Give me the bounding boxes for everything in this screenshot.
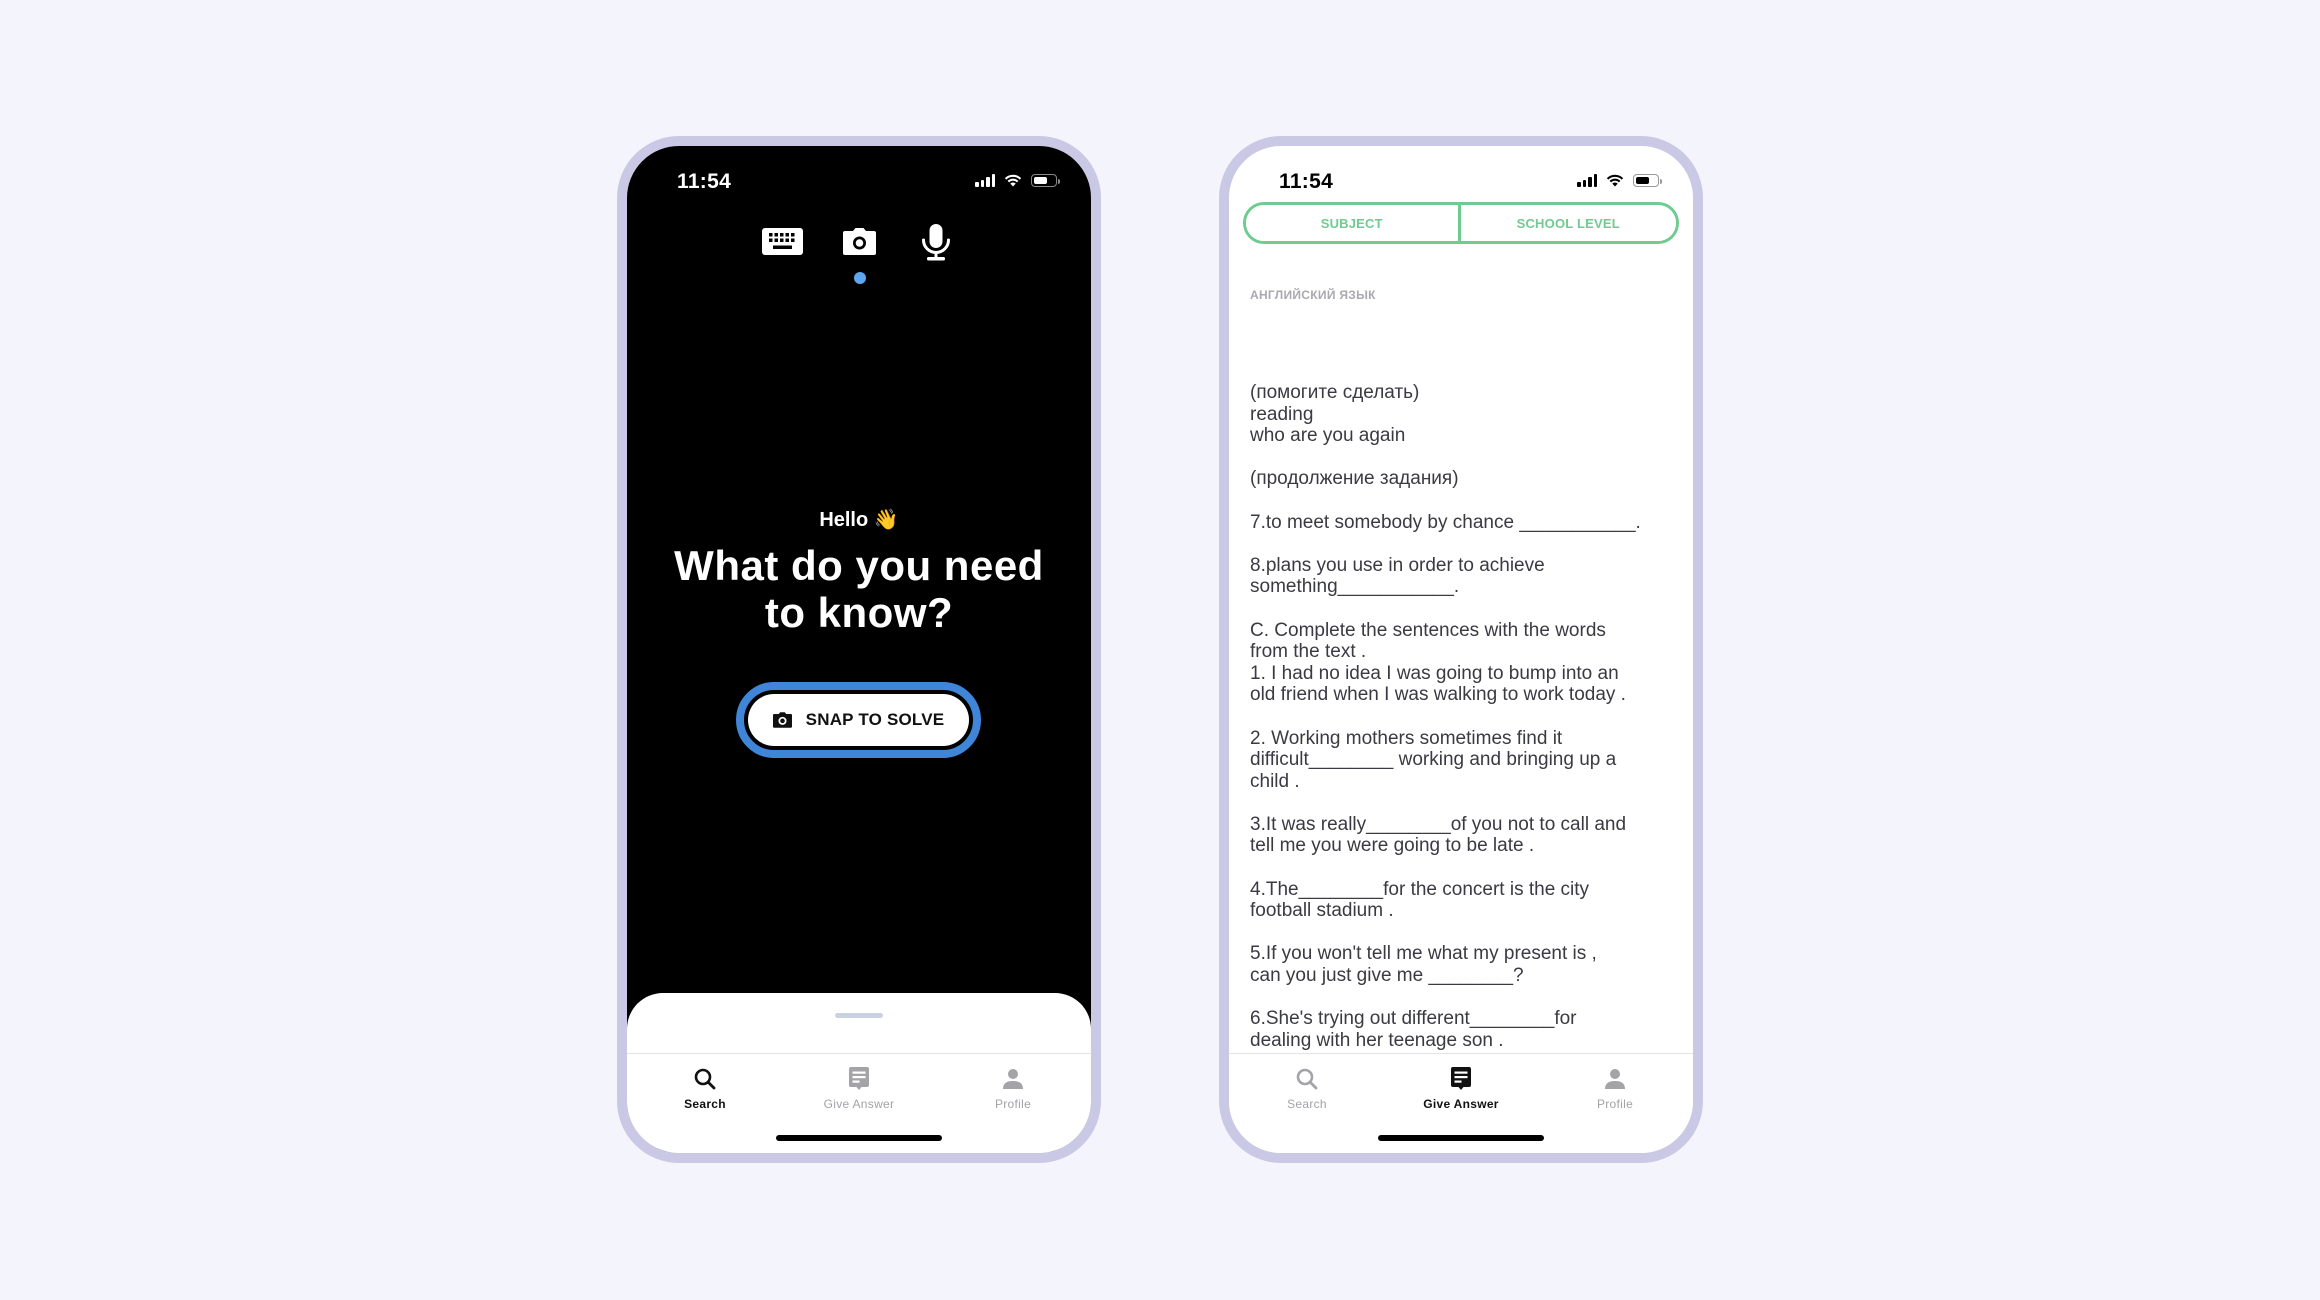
tab-profile[interactable]: Profile [943, 1066, 1083, 1111]
battery-icon [1633, 174, 1662, 187]
tab-search[interactable]: Search [1237, 1066, 1377, 1111]
greeting: Hello 👋 [819, 509, 899, 531]
question-text: (помогите сделать) reading who are you a… [1250, 382, 1641, 1051]
headline: What do you need to know? [627, 542, 1091, 636]
tab-search[interactable]: Search [635, 1066, 775, 1111]
profile-icon [1003, 1069, 1023, 1089]
give-answer-screen-phone: 11:54 SUBJECT SCHOOL LEVEL АНГЛИЙСКИЙ ЯЗ… [1219, 136, 1703, 1163]
snap-to-solve-label: SNAP TO SOLVE [805, 710, 945, 729]
question-subject-label: АНГЛИЙСКИЙ ЯЗЫК [1250, 288, 1376, 302]
tab-give-answer[interactable]: Give Answer [789, 1066, 929, 1111]
selected-mode-indicator [854, 272, 866, 284]
tab-give-answer-label: Give Answer [823, 1097, 895, 1111]
microphone-icon [922, 224, 950, 261]
status-time: 11:54 [1279, 170, 1334, 193]
wifi-icon [1606, 174, 1624, 187]
filter-segmented-control: SUBJECT SCHOOL LEVEL [1243, 202, 1679, 244]
school-level-filter-button[interactable]: SCHOOL LEVEL [1457, 205, 1676, 241]
search-screen-phone: 11:54 Hello 👋 What do you need to know? … [617, 136, 1101, 1163]
sheet-drag-handle[interactable] [835, 1013, 883, 1018]
camera-icon [843, 228, 876, 255]
camera-icon [772, 712, 792, 728]
headline-line-2: to know? [764, 589, 954, 636]
search-icon [694, 1068, 716, 1090]
status-bar: 11:54 [1229, 146, 1693, 206]
keyboard-icon [762, 228, 803, 255]
snap-to-solve-focus-ring: SNAP TO SOLVE [736, 682, 981, 758]
tab-profile[interactable]: Profile [1545, 1066, 1685, 1111]
input-mode-switcher [627, 224, 1091, 264]
profile-icon [1605, 1069, 1625, 1089]
cellular-signal-icon [975, 174, 995, 187]
wifi-icon [1004, 174, 1022, 187]
keyboard-mode-button[interactable] [762, 228, 803, 260]
tab-profile-label: Profile [1596, 1097, 1634, 1111]
tab-give-answer-label: Give Answer [1423, 1097, 1499, 1111]
tab-give-answer[interactable]: Give Answer [1391, 1066, 1531, 1111]
headline-line-1: What do you need [674, 542, 1044, 589]
status-time: 11:54 [677, 170, 732, 193]
tab-search-label: Search [684, 1097, 726, 1111]
camera-mode-button[interactable] [843, 228, 876, 260]
tab-profile-label: Profile [994, 1097, 1032, 1111]
snap-to-solve-button[interactable]: SNAP TO SOLVE [748, 694, 969, 746]
answer-icon [849, 1067, 869, 1090]
search-icon [1296, 1068, 1318, 1090]
subject-filter-button[interactable]: SUBJECT [1246, 205, 1458, 241]
answer-icon [1451, 1067, 1471, 1090]
tab-search-label: Search [1287, 1097, 1327, 1111]
tab-bar: Search Give Answer Profile [627, 1053, 1091, 1153]
battery-icon [1031, 174, 1060, 187]
microphone-mode-button[interactable] [921, 224, 951, 267]
tab-bar: Search Give Answer Profile [1229, 1053, 1693, 1153]
cellular-signal-icon [1577, 174, 1597, 187]
status-bar: 11:54 [627, 146, 1091, 206]
home-indicator[interactable] [776, 1135, 942, 1141]
home-indicator[interactable] [1378, 1135, 1544, 1141]
